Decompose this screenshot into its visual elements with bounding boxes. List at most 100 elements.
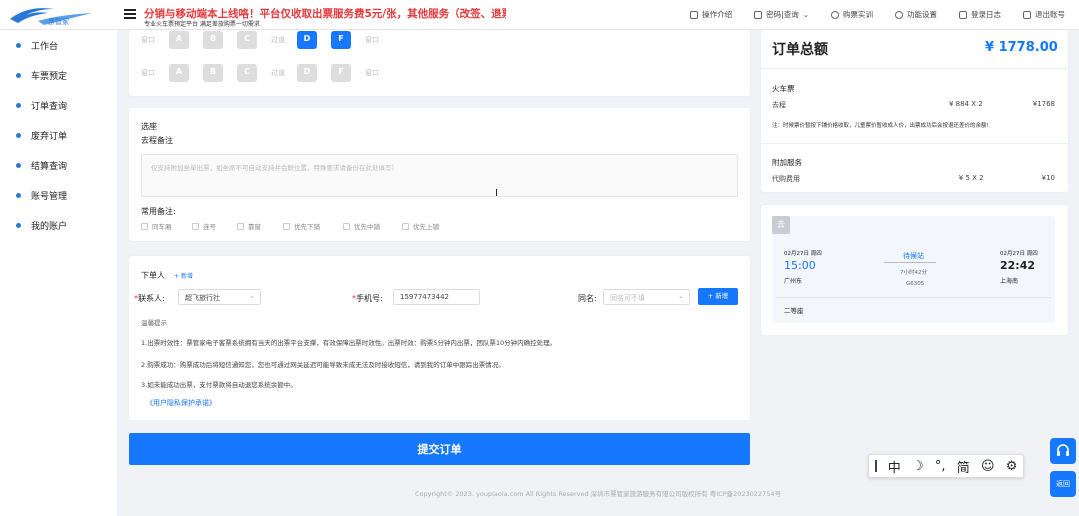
seat-b[interactable]: B [203,64,223,82]
seat-row-2: 窗口 A B C 过道 D F 窗口 [141,64,391,82]
punctuation-icon[interactable]: °, [935,459,946,474]
seat-a[interactable]: A [169,31,189,49]
book-icon [690,10,699,19]
back-button[interactable]: 返回 [1050,471,1076,497]
add-orderer-link[interactable]: + 新增 [174,271,193,280]
privacy-link[interactable]: 《用户隐私保护承诺》 [146,398,216,408]
remark-option[interactable]: 靠窗 [237,221,261,231]
seat-f[interactable]: F [331,31,351,49]
contact-label: *联系人: [134,294,165,303]
chevron-down-icon: ⌄ [678,292,684,300]
same-name-label: 同名: [578,294,597,303]
logout-icon [1023,10,1031,19]
seat-f[interactable]: F [331,64,351,82]
nav-password-query[interactable]: 密码|查询 ⌄ [754,9,809,20]
chevron-down-icon: ⌄ [249,292,255,300]
route-line [884,262,936,263]
checkbox-icon [237,222,244,230]
seat-d[interactable]: D [297,64,317,82]
svg-text:票管家: 票管家 [48,17,69,26]
arr-date: 02月27日 周四 [1000,251,1038,257]
phone-input[interactable]: 15977473442 [393,289,480,305]
tip-2: 2.购票成功：购票成功后将短信通知您，您也可通过网关延迟可能导致未成无法及时接收… [141,361,505,369]
remark-option[interactable]: 优先下铺 [283,221,320,231]
ime-simplified-toggle[interactable]: 简 [957,457,970,476]
accounts-icon [16,192,21,198]
divider [776,297,1051,298]
divider [761,68,1068,69]
dep-station: 广州东 [784,278,803,285]
orderer-title: 下单人 [141,271,165,280]
sidebar-item-my-account[interactable]: 我的账户 [0,210,117,240]
submit-order-button[interactable]: 提交订单 [129,433,750,465]
order-total-amount: ¥ 1778.00 [985,40,1058,55]
seat-row-1: 窗口 A B C 过道 D F 窗口 [141,31,391,49]
sidebar-item-discarded[interactable]: 废弃订单 [0,120,117,150]
menu-toggle-icon[interactable] [124,9,136,21]
gear-icon[interactable]: ⚙ [1006,459,1018,474]
logo[interactable]: 票管家 [8,3,94,27]
ticket-icon [16,72,21,78]
dep-time: 15:00 [784,259,816,272]
add-button[interactable]: + 新增 [698,288,738,305]
nav-training[interactable]: 购票实训 [831,9,873,20]
remark-option[interactable]: 优先上铺 [402,221,439,231]
tip-1: 1.出票时效性：票管家电子客票系统拥有当天的出票平台支撑，有效保障出票时效性。出… [141,339,557,347]
remark-field-label: 去程备注 [141,136,173,145]
dep-date: 02月27日 周四 [784,251,822,257]
user-icon [16,222,21,228]
seat-a[interactable]: A [169,64,189,82]
ime-chinese-toggle[interactable]: 中 [888,457,901,476]
seat-c[interactable]: C [237,64,257,82]
gear-icon [895,10,903,19]
sidebar-item-booking[interactable]: 车票预定 [0,60,117,90]
nav-settings[interactable]: 功能设置 [895,9,937,20]
remark-option[interactable]: 优先中铺 [343,221,380,231]
sidebar-item-orders[interactable]: 订单查询 [0,90,117,120]
contact-select[interactable]: 超飞旅行社 ⌄ [178,289,261,305]
footer: Copyright© 2023. youpiaola.com All Right… [415,490,781,498]
phone-label: *手机号: [352,294,383,303]
calendar-icon [959,10,967,19]
settlement-icon [16,162,21,168]
remark-textarea[interactable]: 仅支持附加坐单出票，如坐席不可自动支持并会联位置，特殊要求请备份在此处填写） [141,154,738,197]
duration: 7小时42分 [900,270,927,276]
extra-row: 代购费用 ¥ 5 X 2 ¥10 [772,174,1055,183]
smiley-icon[interactable]: ☺ [981,459,995,474]
tips-title: 温馨提示 [141,319,167,327]
train-number: G6305 [906,281,925,287]
notice-subtitle: 专业火车票预定平台 满足差旅购票一切需求 [144,21,260,28]
sidebar-item-workbench[interactable]: 工作台 [0,30,117,60]
seat-c[interactable]: C [237,31,257,49]
common-remark-label: 常用备注: [141,207,176,216]
sidebar-item-accounts[interactable]: 账号管理 [0,180,117,210]
ticket-row: 去程 ¥ 884 X 2 ¥1768 [772,100,1055,109]
checkbox-icon [343,222,350,230]
moon-icon[interactable]: ☽ [912,459,924,474]
help-icon [831,10,839,19]
order-total-title: 订单总额 [772,42,828,58]
trash-icon [16,132,21,138]
extra-section-title: 附加服务 [772,158,802,167]
customer-service-button[interactable] [1050,438,1076,464]
checkbox-icon [192,222,199,230]
seat-b[interactable]: B [203,31,223,49]
key-icon [754,10,763,19]
seat-panel: 窗口 A B C 过道 D F 窗口 窗口 A B C 过道 D F 窗口 [129,30,750,96]
remark-option[interactable]: 同车厢 [141,221,172,231]
text-cursor-icon: I [495,188,498,199]
seat-d[interactable]: D [297,31,317,49]
sidebar-item-settlement[interactable]: 结算查询 [0,150,117,180]
divider [761,143,1068,144]
sidebar: 工作台 车票预定 订单查询 废弃订单 结算查询 账号管理 我的账户 [0,30,117,516]
remark-option[interactable]: 连号 [192,221,216,231]
drag-handle[interactable] [874,460,877,472]
header-nav: 操作介绍 密码|查询 ⌄ 购票实训 功能设置 登录日志 退出账号 [690,9,1065,20]
nav-logout[interactable]: 退出账号 [1023,9,1065,20]
chevron-down-icon: ⌄ [802,10,809,19]
ticket-section-title: 火车票 [772,84,795,93]
order-icon [16,102,21,108]
nav-guide[interactable]: 操作介绍 [690,9,732,20]
same-name-select[interactable]: 同名可不填 ⌄ [603,289,690,305]
nav-login-log[interactable]: 登录日志 [959,9,1001,20]
